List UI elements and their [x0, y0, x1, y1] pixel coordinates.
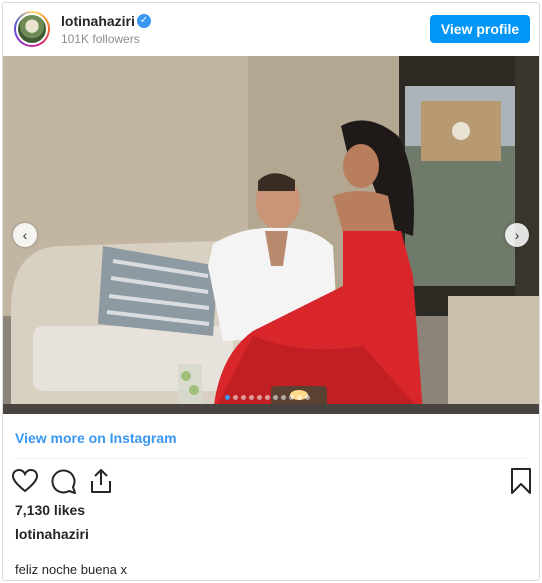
carousel-dot — [257, 395, 262, 400]
bookmark-icon[interactable] — [507, 467, 535, 495]
caption-username[interactable]: lotinahaziri — [15, 526, 89, 542]
carousel-dot — [305, 395, 310, 400]
avatar[interactable] — [14, 11, 50, 47]
carousel-dot — [249, 395, 254, 400]
carousel-dot — [225, 395, 230, 400]
carousel-dot — [281, 395, 286, 400]
post-photo[interactable]: ‹ › — [3, 56, 539, 414]
post-header: lotinahaziri ✓ 101K followers View profi… — [3, 3, 539, 56]
carousel-prev-button[interactable]: ‹ — [13, 223, 37, 247]
carousel-dot — [233, 395, 238, 400]
divider — [15, 458, 527, 459]
username[interactable]: lotinahaziri — [61, 13, 135, 29]
carousel-dot — [241, 395, 246, 400]
avatar-image — [16, 13, 48, 45]
comment-icon[interactable] — [49, 467, 77, 495]
carousel-dot — [273, 395, 278, 400]
action-bar — [11, 467, 531, 497]
carousel-dot — [289, 395, 294, 400]
heart-icon[interactable] — [11, 467, 39, 495]
carousel-dot — [297, 395, 302, 400]
carousel-next-button[interactable]: › — [505, 223, 529, 247]
photo-illustration — [3, 56, 539, 414]
view-more-link[interactable]: View more on Instagram — [15, 430, 177, 446]
carousel-dot — [265, 395, 270, 400]
followers-count: 101K followers — [61, 32, 140, 46]
share-icon[interactable] — [87, 467, 115, 495]
likes-count[interactable]: 7,130 likes — [15, 502, 85, 518]
caption-text: feliz noche buena x — [15, 562, 128, 577]
view-profile-button[interactable]: View profile — [430, 15, 530, 43]
carousel-dots — [225, 395, 310, 401]
instagram-embed-card: lotinahaziri ✓ 101K followers View profi… — [2, 2, 540, 581]
verified-badge-icon: ✓ — [137, 14, 151, 28]
